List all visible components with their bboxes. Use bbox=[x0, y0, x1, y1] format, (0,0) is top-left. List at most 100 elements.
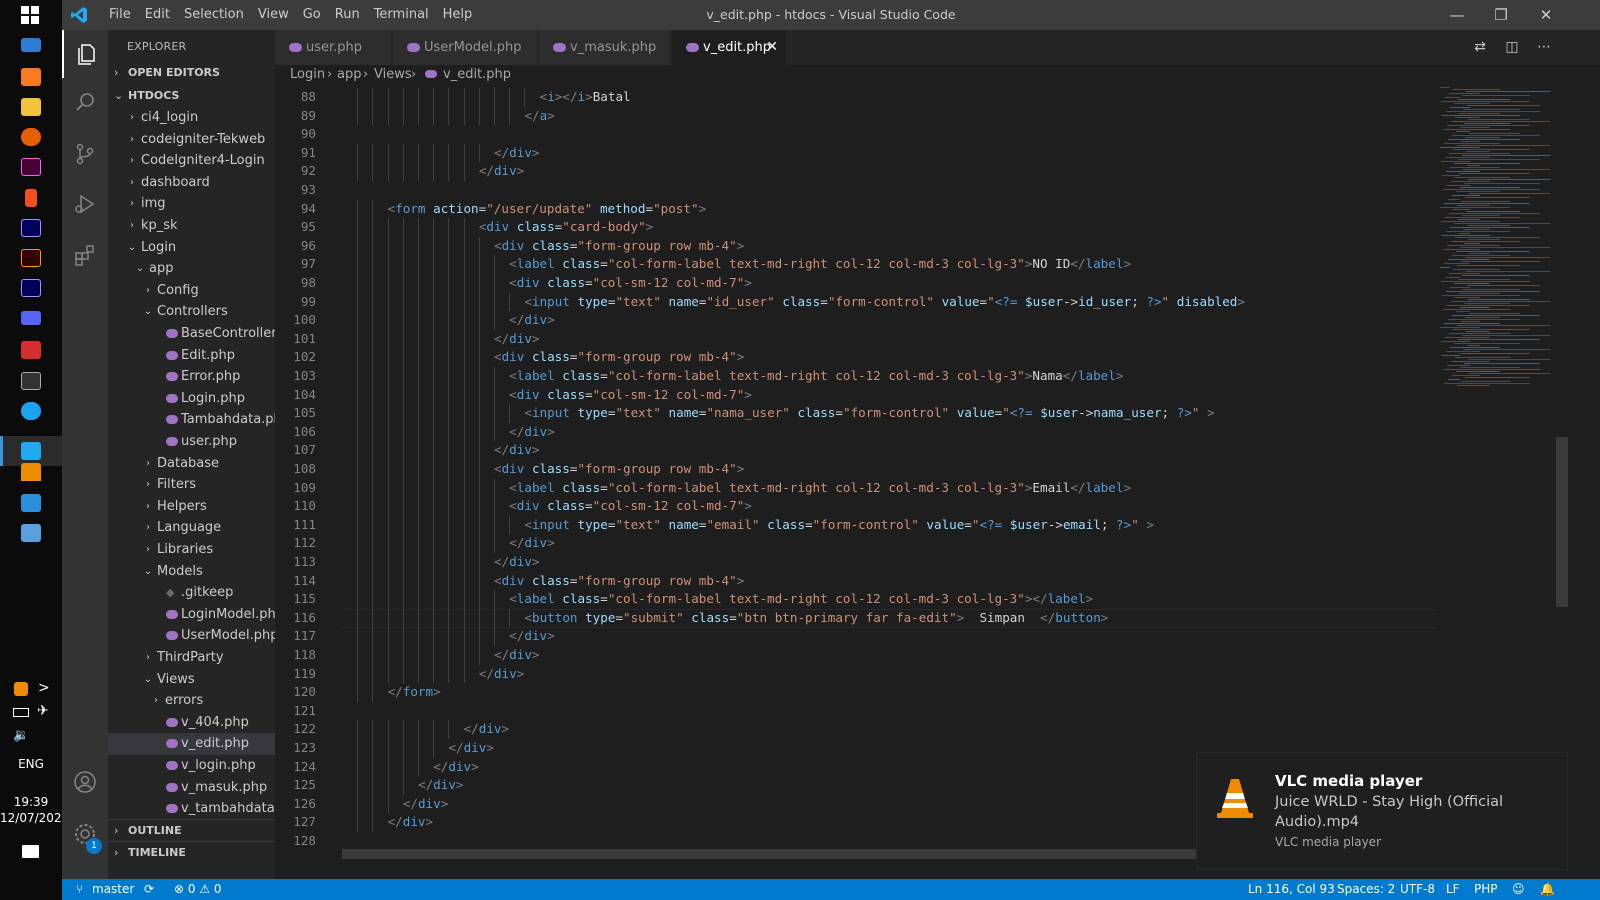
vlc-notification[interactable]: VLC media player Juice WRLD - Stay High … bbox=[1196, 752, 1568, 870]
menu-edit[interactable]: Edit bbox=[138, 0, 177, 30]
tree-folder[interactable]: › Database bbox=[108, 453, 275, 475]
tree-folder[interactable]: › Libraries bbox=[108, 539, 275, 561]
encoding[interactable]: UTF-8 bbox=[1400, 879, 1435, 900]
line-ending[interactable]: LF bbox=[1446, 879, 1460, 900]
tree-folder[interactable]: › Config bbox=[108, 280, 275, 302]
tree-file[interactable]: ◆ .gitkeep bbox=[108, 582, 275, 604]
search-activity[interactable] bbox=[62, 78, 108, 126]
tree-file[interactable]: Login.php bbox=[108, 388, 275, 410]
tree-folder[interactable]: › ThirdParty bbox=[108, 647, 275, 669]
timeline-section[interactable]: › TIMELINE bbox=[108, 841, 275, 863]
clock-date[interactable]: 12/07/2020 bbox=[0, 811, 69, 825]
minimize-button[interactable]: — bbox=[1434, 0, 1480, 30]
game-app-icon[interactable] bbox=[21, 524, 41, 542]
split-editor-icon[interactable]: ◫ bbox=[1503, 38, 1521, 56]
breadcrumb-file[interactable]: v_edit.php bbox=[443, 66, 511, 84]
after-effects-icon[interactable] bbox=[21, 279, 41, 297]
language-mode[interactable]: PHP bbox=[1474, 879, 1498, 900]
close-window-button[interactable]: ✕ bbox=[1523, 0, 1569, 30]
illustrator-icon[interactable] bbox=[21, 249, 41, 267]
menu-view[interactable]: View bbox=[251, 0, 296, 30]
outline-section[interactable]: › OUTLINE bbox=[108, 819, 275, 841]
tree-file[interactable]: user.php bbox=[108, 431, 275, 453]
menu-run[interactable]: Run bbox=[328, 0, 367, 30]
accounts-activity[interactable] bbox=[62, 758, 108, 806]
taskview-icon[interactable] bbox=[21, 38, 41, 52]
more-actions-icon[interactable]: ⋯ bbox=[1535, 38, 1553, 56]
file-explorer-icon[interactable] bbox=[21, 98, 41, 116]
indentation[interactable]: Spaces: 2 bbox=[1337, 879, 1395, 900]
menu-selection[interactable]: Selection bbox=[177, 0, 251, 30]
premiere-icon[interactable] bbox=[21, 219, 41, 237]
notifications-icon[interactable]: 🔔 bbox=[1540, 879, 1555, 900]
breadcrumb-app[interactable]: app bbox=[337, 66, 361, 84]
tree-file[interactable]: v_login.php bbox=[108, 755, 275, 777]
breadcrumb-views[interactable]: Views bbox=[374, 66, 412, 84]
vlc-taskbar-icon[interactable] bbox=[21, 463, 41, 481]
problems-indicator[interactable]: ⊗ 0 ⚠ 0 bbox=[174, 879, 222, 900]
sync-icon[interactable]: ⟳ bbox=[144, 879, 154, 900]
tree-file[interactable]: v_404.php bbox=[108, 712, 275, 734]
tree-folder[interactable]: › codeigniter-Tekweb bbox=[108, 129, 275, 151]
menu-go[interactable]: Go bbox=[296, 0, 328, 30]
code-editor[interactable]: 88 <i></i>Batal 89 </a> 90 91 </div> 92 </div> 93… bbox=[275, 87, 1600, 861]
close-tab-icon[interactable]: ✕ bbox=[766, 30, 778, 65]
source-control-activity[interactable] bbox=[62, 130, 108, 178]
tab-user-php[interactable]: user.php bbox=[275, 30, 392, 65]
tree-folder[interactable]: ⌄ app bbox=[108, 258, 275, 280]
tree-file[interactable]: BaseController.php bbox=[108, 323, 275, 345]
vlc-tray-icon[interactable] bbox=[14, 682, 28, 696]
tab-v-masuk-php[interactable]: v_masuk.php bbox=[539, 30, 671, 65]
arrow-app-icon[interactable] bbox=[21, 494, 41, 512]
tree-folder[interactable]: › kp_sk bbox=[108, 215, 275, 237]
tab-usermodel-php[interactable]: UserModel.php bbox=[393, 30, 538, 65]
terminal-icon[interactable] bbox=[21, 372, 41, 390]
open-editors-section[interactable]: › OPEN EDITORS bbox=[108, 62, 275, 84]
tree-folder[interactable]: › errors bbox=[108, 690, 275, 712]
tree-folder[interactable]: › ci4_login bbox=[108, 107, 275, 129]
volume-icon[interactable]: 🔉 bbox=[13, 728, 29, 743]
language-indicator[interactable]: ENG bbox=[0, 757, 62, 771]
figma-icon[interactable] bbox=[25, 189, 37, 207]
tree-file[interactable]: v_masuk.php bbox=[108, 777, 275, 799]
extensions-activity[interactable] bbox=[62, 232, 108, 280]
tree-folder[interactable]: › Language bbox=[108, 517, 275, 539]
airplane-mode-icon[interactable]: ✈ bbox=[37, 703, 49, 719]
cursor-position[interactable]: Ln 116, Col 93 bbox=[1248, 879, 1335, 900]
manage-activity[interactable]: 1 bbox=[62, 810, 108, 858]
tree-folder[interactable]: ⌄ Models bbox=[108, 561, 275, 583]
branch-name[interactable]: master bbox=[92, 879, 134, 900]
tree-file[interactable]: v_edit.php bbox=[108, 733, 275, 755]
run-debug-activity[interactable] bbox=[62, 180, 108, 228]
tree-file[interactable]: Error.php bbox=[108, 366, 275, 388]
discord-icon[interactable] bbox=[21, 311, 41, 325]
menu-file[interactable]: File bbox=[102, 0, 138, 30]
edge-icon[interactable] bbox=[21, 402, 41, 420]
vscode-taskbar-icon[interactable] bbox=[21, 442, 41, 460]
tree-folder[interactable]: ⌄ Login bbox=[108, 237, 275, 259]
feedback-icon[interactable]: ☺ bbox=[1512, 879, 1525, 900]
adobe-xd-icon[interactable] bbox=[21, 158, 41, 176]
tree-folder[interactable]: › CodeIgniter4-Login bbox=[108, 150, 275, 172]
tab-v-edit-php[interactable]: v_edit.php ✕ bbox=[672, 30, 787, 65]
tree-folder[interactable]: ⌄ Views bbox=[108, 669, 275, 691]
menu-help[interactable]: Help bbox=[436, 0, 480, 30]
clock-time[interactable]: 19:39 bbox=[0, 795, 62, 809]
tree-folder[interactable]: ⌄ Controllers bbox=[108, 301, 275, 323]
tree-file[interactable]: Edit.php bbox=[108, 345, 275, 367]
tree-folder[interactable]: › Filters bbox=[108, 474, 275, 496]
htdocs-section[interactable]: ⌄ HTDOCS bbox=[108, 85, 275, 107]
xampp-icon[interactable] bbox=[21, 68, 41, 86]
tree-folder[interactable]: › img bbox=[108, 193, 275, 215]
firefox-icon[interactable] bbox=[21, 128, 41, 146]
horizontal-scrollbar[interactable] bbox=[342, 849, 1202, 859]
tree-file[interactable]: Tambahdata.php bbox=[108, 409, 275, 431]
breadcrumb-login[interactable]: Login bbox=[290, 66, 325, 84]
menu-terminal[interactable]: Terminal bbox=[367, 0, 436, 30]
tree-folder[interactable]: › dashboard bbox=[108, 172, 275, 194]
tray-expand-icon[interactable]: > bbox=[38, 680, 50, 696]
action-center-icon[interactable] bbox=[22, 845, 39, 858]
windows-start-icon[interactable] bbox=[21, 6, 39, 24]
minimap[interactable] bbox=[1440, 87, 1560, 861]
tree-folder[interactable]: › Helpers bbox=[108, 496, 275, 518]
